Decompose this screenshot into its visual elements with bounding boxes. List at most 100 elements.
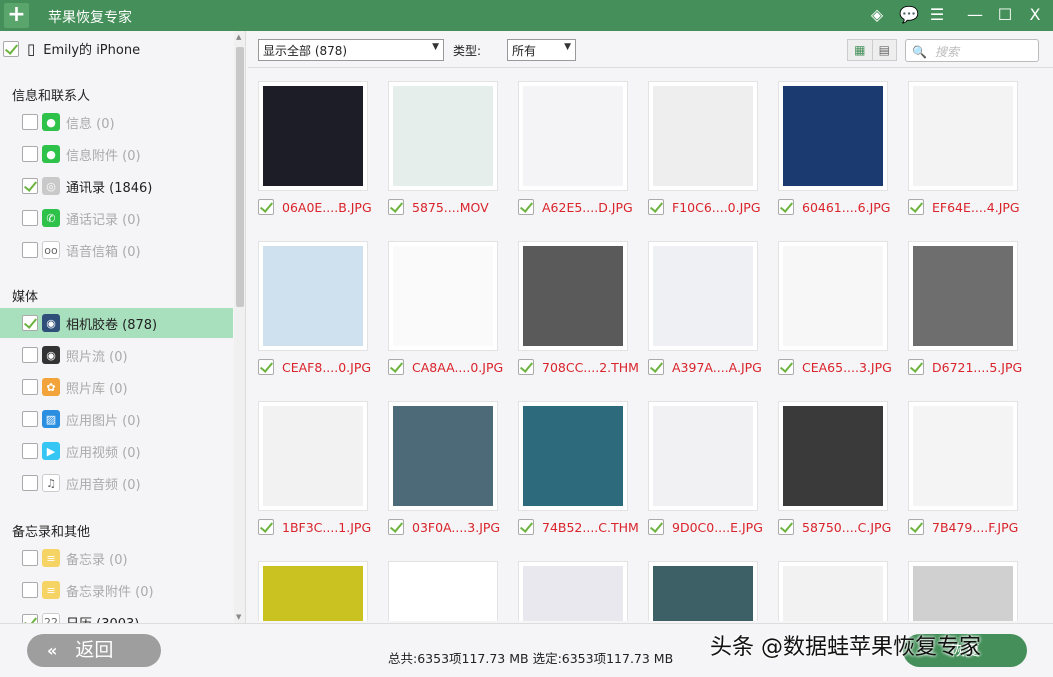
file-tile[interactable] [508,549,628,621]
sidebar-item[interactable]: ✆ 通话记录 (0) [0,203,233,233]
sidebar-scrollbar[interactable]: ▲ ▼ [234,31,246,623]
file-tile[interactable]: 5875....MOV [378,69,498,219]
device-checkbox[interactable] [3,40,19,57]
sidebar-item[interactable]: ◉ 照片流 (0) [0,340,233,370]
item-checkbox[interactable] [22,443,38,459]
type-dropdown[interactable]: 所有 ▼ [507,39,576,61]
file-checkbox[interactable] [648,519,664,535]
close-icon[interactable]: X [1027,5,1043,24]
sidebar-item[interactable]: ◎ 通讯录 (1846) [0,171,233,201]
sidebar-item[interactable]: ≡ 备忘录附件 (0) [0,575,233,605]
file-checkbox[interactable] [258,199,274,215]
file-checkbox[interactable] [388,359,404,375]
file-tile[interactable]: F10C6....0.JPG [638,69,761,219]
sidebar-item[interactable]: ● 信息附件 (0) [0,139,233,169]
thumbnail[interactable] [388,401,498,511]
file-tile[interactable]: 9D0C0....E.JPG [638,389,763,539]
sidebar-item[interactable]: oo 语音信箱 (0) [0,235,233,265]
sidebar-item[interactable]: ◉ 相机胶卷 (878) [0,308,233,338]
file-checkbox[interactable] [518,199,534,215]
item-checkbox[interactable] [22,411,38,427]
thumbnail[interactable] [778,561,888,621]
file-tile[interactable] [248,549,368,621]
feedback-icon[interactable]: ☰ [929,5,945,24]
grid-view-icon[interactable]: ▦ [848,40,872,60]
item-checkbox[interactable] [22,114,38,130]
file-tile[interactable] [768,549,888,621]
thumbnail[interactable] [518,241,628,351]
thumbnail[interactable] [258,241,368,351]
sidebar-item[interactable]: ✿ 照片库 (0) [0,372,233,402]
thumbnail[interactable] [908,241,1018,351]
file-checkbox[interactable] [388,199,404,215]
thumbnail[interactable] [648,81,758,191]
file-tile[interactable]: 60461....6.JPG [768,69,891,219]
item-checkbox[interactable] [22,475,38,491]
thumbnail[interactable] [648,561,758,621]
file-tile[interactable]: CEA65....3.JPG [768,229,892,379]
thumbnail[interactable] [908,81,1018,191]
item-checkbox[interactable] [22,210,38,226]
file-checkbox[interactable] [908,359,924,375]
file-checkbox[interactable] [518,519,534,535]
file-checkbox[interactable] [258,359,274,375]
item-checkbox[interactable] [22,550,38,566]
thumbnail[interactable] [258,561,368,621]
sidebar-item[interactable]: ▨ 应用图片 (0) [0,404,233,434]
thumbnail[interactable] [388,561,498,621]
item-checkbox[interactable] [22,347,38,363]
back-button[interactable]: « 返回 [27,634,161,667]
thumbnail[interactable] [908,561,1018,621]
thumbnail[interactable] [388,81,498,191]
sidebar-item[interactable]: 22 日历 (3003) [0,607,233,623]
maximize-icon[interactable]: ☐ [997,5,1013,24]
file-tile[interactable]: A62E5....D.JPG [508,69,633,219]
file-checkbox[interactable] [778,359,794,375]
file-checkbox[interactable] [908,199,924,215]
diamond-icon[interactable]: ◈ [869,5,885,24]
item-checkbox[interactable] [22,146,38,162]
file-tile[interactable]: 708CC....2.THM [508,229,639,379]
sidebar-item[interactable]: ▶ 应用视频 (0) [0,436,233,466]
item-checkbox[interactable] [22,315,38,331]
file-checkbox[interactable] [648,359,664,375]
file-checkbox[interactable] [518,359,534,375]
file-tile[interactable]: EF64E....4.JPG [898,69,1020,219]
file-tile[interactable]: D6721....5.JPG [898,229,1022,379]
file-tile[interactable]: 7B479....F.JPG [898,389,1018,539]
thumbnail[interactable] [518,401,628,511]
file-tile[interactable]: CEAF8....0.JPG [248,229,371,379]
thumbnail[interactable] [778,401,888,511]
file-tile[interactable]: 06A0E....B.JPG [248,69,372,219]
file-tile[interactable]: 74B52....C.THM [508,389,639,539]
sidebar-item[interactable]: ≡ 备忘录 (0) [0,543,233,573]
file-tile[interactable]: A397A....A.JPG [638,229,762,379]
file-tile[interactable] [378,549,498,621]
item-checkbox[interactable] [22,242,38,258]
filter-dropdown[interactable]: 显示全部 (878) ▼ [258,39,444,61]
file-checkbox[interactable] [778,519,794,535]
item-checkbox[interactable] [22,614,38,623]
thumbnail[interactable] [648,241,758,351]
thumbnail[interactable] [518,561,628,621]
thumbnail[interactable] [648,401,758,511]
item-checkbox[interactable] [22,582,38,598]
item-checkbox[interactable] [22,379,38,395]
sidebar-item[interactable]: ♫ 应用音频 (0) [0,468,233,498]
file-tile[interactable] [638,549,758,621]
thumbnail[interactable] [778,241,888,351]
thumbnail[interactable] [908,401,1018,511]
thumbnail[interactable] [388,241,498,351]
list-view-icon[interactable]: ▤ [871,40,897,60]
file-tile[interactable]: 03F0A....3.JPG [378,389,500,539]
file-checkbox[interactable] [908,519,924,535]
file-tile[interactable]: 58750....C.JPG [768,389,891,539]
file-checkbox[interactable] [258,519,274,535]
search-input[interactable]: 🔍 搜索 [905,39,1039,62]
file-tile[interactable]: 1BF3C....1.JPG [248,389,371,539]
thumbnail[interactable] [518,81,628,191]
file-tile[interactable]: CA8AA....0.JPG [378,229,503,379]
thumbnail[interactable] [778,81,888,191]
file-checkbox[interactable] [388,519,404,535]
device-row[interactable]: ▯ Emily的 iPhone [3,39,140,58]
